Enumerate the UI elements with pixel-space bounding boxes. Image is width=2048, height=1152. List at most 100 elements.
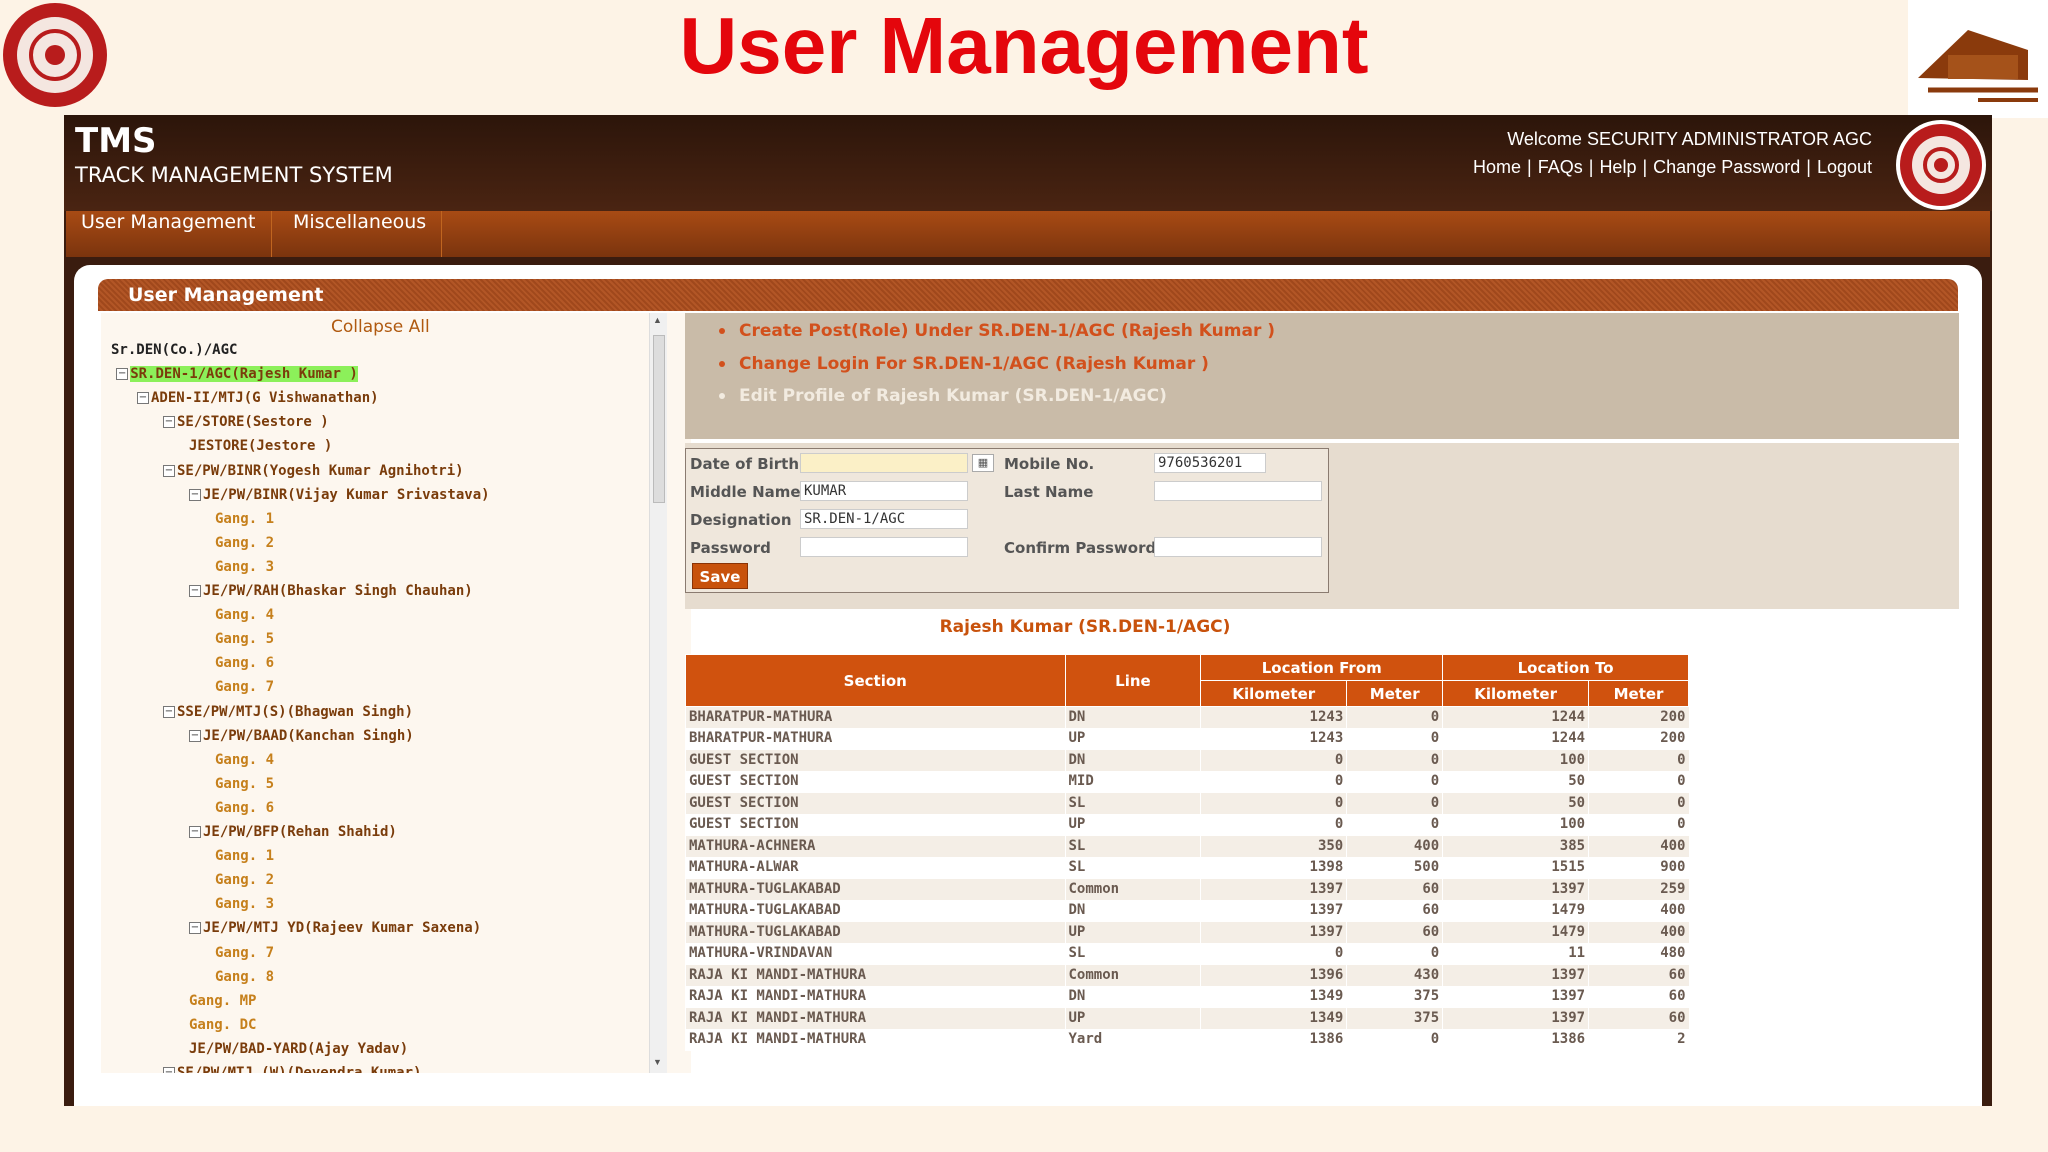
- table-cell: 400: [1588, 835, 1689, 857]
- tree-scrollbar[interactable]: ▲ ▼: [649, 313, 667, 1073]
- tree-node[interactable]: − JE/PW/BAAD(Kanchan Singh): [189, 727, 414, 745]
- tree-toggle-icon[interactable]: −: [163, 705, 175, 718]
- tree-node-label: Gang. 4: [215, 751, 275, 768]
- nav-user-management[interactable]: User Management: [66, 211, 272, 257]
- tree-node[interactable]: − SSE/PW/MTJ(S)(Bhagwan Singh): [163, 703, 413, 721]
- tree-toggle-icon[interactable]: −: [189, 922, 201, 935]
- create-post-link[interactable]: Create Post(Role) Under SR.DEN-1/AGC (Ra…: [719, 321, 1275, 341]
- tree-node[interactable]: Gang. 2: [215, 871, 274, 889]
- tree-node[interactable]: − SR.DEN-1/AGC(Rajesh Kumar ): [116, 365, 358, 383]
- table-cell: 430: [1346, 964, 1443, 986]
- calendar-icon[interactable]: ▦: [972, 454, 994, 472]
- table-cell: 0: [1588, 771, 1689, 793]
- table-cell: GUEST SECTION: [685, 771, 1065, 793]
- help-link[interactable]: Help: [1599, 157, 1636, 177]
- col-location-from: Location From: [1200, 654, 1444, 681]
- mobile-label: Mobile No.: [1004, 455, 1095, 473]
- tree-node[interactable]: − SE/STORE(Sestore ): [163, 413, 329, 431]
- profile-form-area: Date of Birth ▦ Mobile No. 9760536201 Mi…: [685, 443, 1959, 609]
- dob-input[interactable]: [800, 453, 968, 473]
- tree-node[interactable]: JESTORE(Jestore ): [189, 437, 332, 455]
- tree-node[interactable]: Gang. 3: [215, 895, 274, 913]
- tree-node[interactable]: Gang. MP: [189, 992, 256, 1010]
- tree-node[interactable]: Sr.DEN(Co.)/AGC: [111, 341, 237, 359]
- tree-node[interactable]: Gang. 4: [215, 606, 274, 624]
- table-cell: MATHURA-VRINDAVAN: [685, 943, 1065, 965]
- tree-node[interactable]: Gang. 6: [215, 654, 274, 672]
- tree-node[interactable]: Gang. 7: [215, 944, 274, 962]
- table-row: MATHURA-VRINDAVAN SL 0 0 11 480: [685, 943, 1689, 965]
- table-cell: BHARATPUR-MATHURA: [685, 706, 1065, 728]
- table-cell: 1349: [1200, 1007, 1347, 1029]
- tree-node[interactable]: − SE/PW/MTJ (W)(Devendra Kumar): [163, 1064, 421, 1073]
- tree-toggle-icon[interactable]: −: [163, 1067, 175, 1073]
- faqs-link[interactable]: FAQs: [1538, 157, 1583, 177]
- tree-toggle-icon[interactable]: −: [163, 464, 175, 477]
- tree-node[interactable]: Gang. 8: [215, 968, 274, 986]
- logout-link[interactable]: Logout: [1817, 157, 1872, 177]
- last-name-input[interactable]: [1154, 481, 1322, 501]
- tree-node[interactable]: Gang. 1: [215, 510, 274, 528]
- table-cell: 400: [1588, 921, 1689, 943]
- tree-node-label: Gang. 8: [215, 968, 275, 985]
- tree-node[interactable]: − SE/PW/BINR(Yogesh Kumar Agnihotri): [163, 462, 464, 480]
- tree-node[interactable]: Gang. DC: [189, 1016, 256, 1034]
- tree-node[interactable]: − JE/PW/RAH(Bhaskar Singh Chauhan): [189, 582, 473, 600]
- mobile-input[interactable]: 9760536201: [1154, 453, 1266, 473]
- tree-node[interactable]: − JE/PW/MTJ YD(Rajeev Kumar Saxena): [189, 919, 481, 937]
- tree-node[interactable]: − JE/PW/BFP(Rehan Shahid): [189, 823, 397, 841]
- tree-toggle-icon[interactable]: −: [189, 729, 201, 742]
- tree-toggle-icon[interactable]: −: [189, 826, 201, 838]
- table-cell: RAJA KI MANDI-MATHURA: [685, 986, 1065, 1008]
- app-name: TMS: [75, 121, 157, 161]
- middle-name-label: Middle Name: [690, 483, 801, 501]
- save-button[interactable]: Save: [692, 563, 748, 589]
- password-label: Password: [690, 539, 771, 557]
- table-cell: 0: [1346, 728, 1443, 750]
- tree-node[interactable]: Gang. 3: [215, 558, 274, 576]
- change-login-link[interactable]: Change Login For SR.DEN-1/AGC (Rajesh Ku…: [719, 354, 1209, 374]
- table-cell: 1243: [1200, 706, 1347, 728]
- tree-node[interactable]: Gang. 6: [215, 799, 274, 817]
- table-cell: 0: [1200, 943, 1347, 965]
- password-input[interactable]: [800, 537, 968, 557]
- tree-node-label: Gang. 1: [215, 848, 275, 865]
- tree-node-label: SSE/PW/MTJ(S)(Bhagwan Singh): [177, 703, 414, 720]
- tree-node-label: JESTORE(Jestore ): [189, 438, 333, 455]
- tree-node[interactable]: Gang. 4: [215, 751, 274, 769]
- confirm-password-input[interactable]: [1154, 537, 1322, 557]
- tree-toggle-icon[interactable]: −: [116, 368, 129, 381]
- table-cell: 1479: [1442, 921, 1589, 943]
- tree-toggle-icon[interactable]: −: [137, 392, 149, 405]
- table-cell: 1397: [1442, 964, 1589, 986]
- home-link[interactable]: Home: [1473, 157, 1521, 177]
- tree-node[interactable]: Gang. 2: [215, 534, 274, 552]
- tree-node[interactable]: Gang. 5: [215, 775, 274, 793]
- table-cell: 1396: [1200, 964, 1347, 986]
- nav-miscellaneous[interactable]: Miscellaneous: [278, 211, 443, 257]
- designation-input[interactable]: SR.DEN-1/AGC: [800, 509, 968, 529]
- scroll-up-icon[interactable]: ▲: [653, 315, 662, 325]
- change-password-link[interactable]: Change Password: [1653, 157, 1800, 177]
- scroll-down-icon[interactable]: ▼: [653, 1057, 662, 1067]
- tree-toggle-icon[interactable]: −: [189, 585, 201, 597]
- tree-node[interactable]: − JE/PW/BINR(Vijay Kumar Srivastava): [189, 486, 490, 504]
- table-cell: 1479: [1442, 900, 1589, 922]
- table-cell: 1398: [1200, 857, 1347, 879]
- scroll-thumb[interactable]: [653, 335, 665, 503]
- tree-node[interactable]: − ADEN-II/MTJ(G Vishwanathan): [137, 389, 379, 407]
- tree-node[interactable]: JE/PW/BAD-YARD(Ajay Yadav): [189, 1040, 408, 1058]
- table-cell: 0: [1346, 706, 1443, 728]
- tree-node[interactable]: Gang. 1: [215, 847, 274, 865]
- tree-toggle-icon[interactable]: −: [163, 416, 175, 429]
- edit-profile-link[interactable]: Edit Profile of Rajesh Kumar (SR.DEN-1/A…: [719, 386, 1167, 406]
- middle-name-input[interactable]: KUMAR: [800, 481, 968, 501]
- table-cell: 50: [1442, 792, 1589, 814]
- tree-toggle-icon[interactable]: −: [189, 488, 201, 501]
- table-row: GUEST SECTION UP 0 0 100 0: [685, 814, 1689, 836]
- collapse-all-link[interactable]: Collapse All: [331, 317, 430, 337]
- railway-heritage-logo-icon: [1908, 0, 2048, 118]
- tree-node[interactable]: Gang. 7: [215, 678, 274, 696]
- tree-node[interactable]: Gang. 5: [215, 630, 274, 648]
- table-cell: 400: [1588, 900, 1689, 922]
